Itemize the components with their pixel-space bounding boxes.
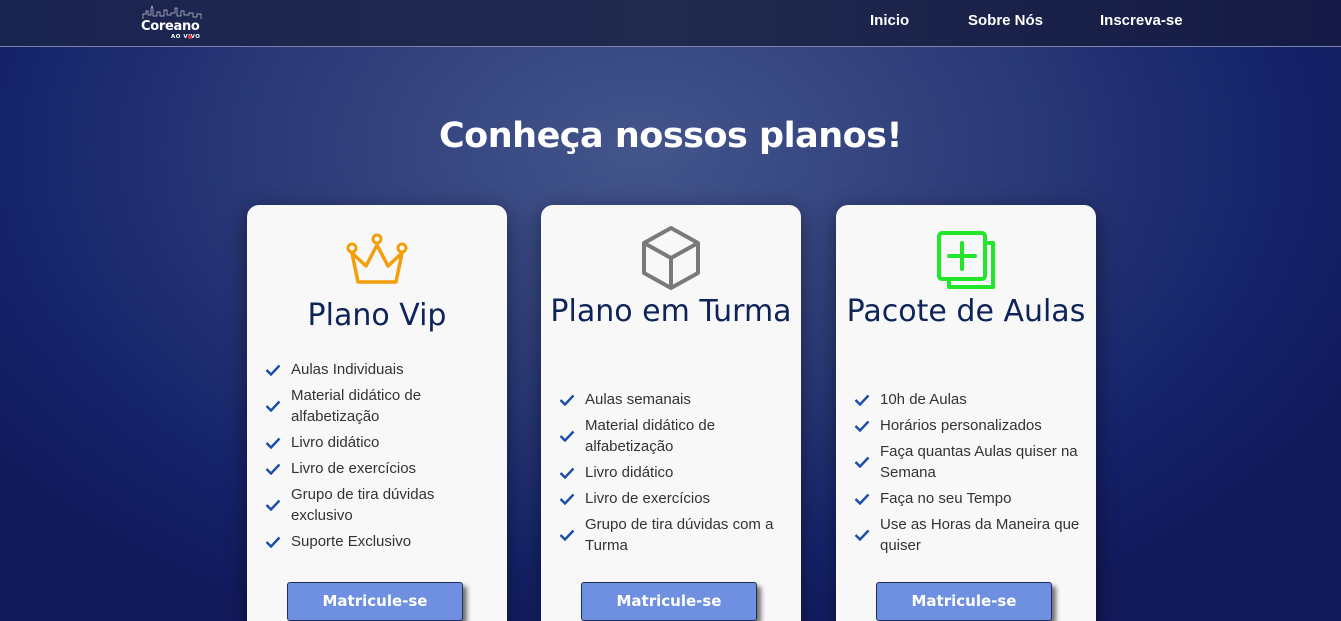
brand-logo[interactable]: Coreano AO VIVO [137,4,209,42]
enroll-button-vip[interactable]: Matricule-se [287,582,463,621]
check-icon [265,499,281,511]
city-skyline-icon [142,4,202,19]
feature-item: Grupo de tira dúvidas exclusivo [265,484,493,526]
enroll-button-turma[interactable]: Matricule-se [581,582,757,621]
feature-item: Livro de exercícios [559,488,787,509]
feature-list: Aulas semanais Material didático de alfa… [559,389,787,561]
check-icon [854,493,870,505]
feature-text: Livro didático [291,434,380,451]
feature-item: Livro didático [559,462,787,483]
feature-item: Livro didático [265,432,493,453]
feature-text: Faça no seu Tempo [880,490,1012,507]
plan-card-vip: Plano Vip Aulas Individuais Material did… [247,205,507,621]
check-icon [265,364,281,376]
brand-tagline: AO VIVO [171,34,201,40]
feature-item: Horários personalizados [854,415,1082,436]
check-icon [854,456,870,468]
check-icon [265,536,281,548]
feature-text: Use as Horas da Maneira que quiser [880,516,1080,554]
nav-link-inicio[interactable]: Inicio [870,12,909,29]
brand-dot [188,35,192,39]
feature-text: Livro didático [585,464,674,481]
check-icon [854,394,870,406]
feature-text: Horários personalizados [880,417,1042,434]
crown-icon [247,233,507,293]
nav-link-sobre-nos[interactable]: Sobre Nós [968,12,1043,29]
check-icon [265,437,281,449]
feature-item: Livro de exercícios [265,458,493,479]
feature-item: Material didático de alfabetização [265,385,493,427]
feature-list: 10h de Aulas Horários personalizados Faç… [854,389,1082,561]
feature-item: Faça no seu Tempo [854,488,1082,509]
feature-item: Suporte Exclusivo [265,531,493,552]
check-icon [559,467,575,479]
feature-text: Grupo de tira dúvidas com a Turma [585,516,774,554]
check-icon [854,420,870,432]
plan-card-pacote: Pacote de Aulas 10h de Aulas Horários pe… [836,205,1096,621]
check-icon [265,400,281,412]
feature-item: Use as Horas da Maneira que quiser [854,514,1082,556]
feature-item: Material didático de alfabetização [559,415,787,457]
feature-text: 10h de Aulas [880,391,967,408]
feature-text: Suporte Exclusivo [291,533,412,550]
check-icon [559,430,575,442]
feature-text: Aulas Individuais [291,361,404,378]
feature-item: Faça quantas Aulas quiser na Semana [854,441,1082,483]
add-copy-icon [836,229,1096,295]
brand-name: Coreano [141,19,200,34]
feature-text: Grupo de tira dúvidas exclusivo [291,486,435,524]
feature-text: Faça quantas Aulas quiser na Semana [880,443,1078,481]
plan-title: Plano Vip [307,298,447,333]
feature-text: Aulas semanais [585,391,691,408]
plan-card-turma: Plano em Turma Aulas semanais Material d… [541,205,801,621]
check-icon [559,529,575,541]
feature-text: Material didático de alfabetização [291,387,422,425]
check-icon [559,394,575,406]
check-icon [265,463,281,475]
feature-item: Grupo de tira dúvidas com a Turma [559,514,787,556]
check-icon [559,493,575,505]
check-icon [854,529,870,541]
plan-title: Plano em Turma [550,294,792,329]
page-title: Conheça nossos planos! [439,116,902,156]
feature-text: Livro de exercícios [585,490,711,507]
plan-title: Pacote de Aulas [846,294,1086,329]
feature-item: 10h de Aulas [854,389,1082,410]
feature-list: Aulas Individuais Material didático de a… [265,359,493,557]
feature-item: Aulas semanais [559,389,787,410]
feature-text: Livro de exercícios [291,460,417,477]
enroll-button-pacote[interactable]: Matricule-se [876,582,1052,621]
nav-link-inscreva-se[interactable]: Inscreva-se [1100,12,1183,29]
feature-item: Aulas Individuais [265,359,493,380]
top-navbar: Coreano AO VIVO Inicio Sobre Nós Inscrev… [0,0,1341,47]
cube-icon [541,225,801,295]
feature-text: Material didático de alfabetização [585,417,716,455]
